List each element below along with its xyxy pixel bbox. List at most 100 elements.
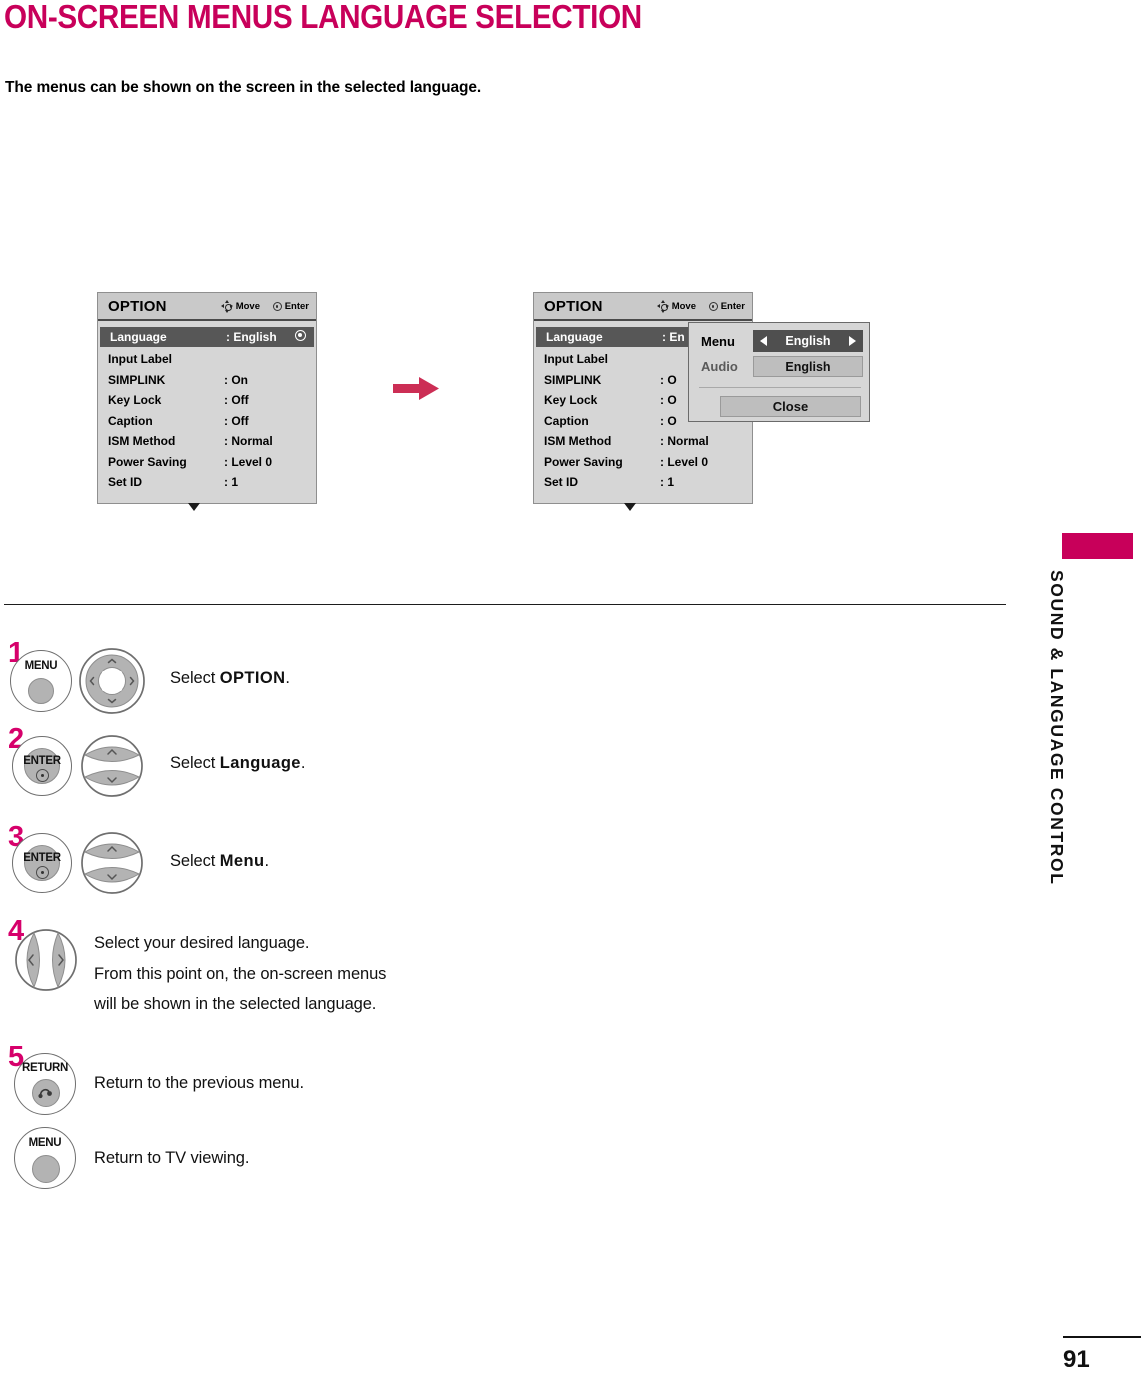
osd-hint-move-label: Move bbox=[235, 301, 260, 312]
osd-row-label: Input Label bbox=[544, 352, 608, 367]
osd-header-2: OPTION Move Enter bbox=[534, 293, 752, 321]
osd-row-ism-method[interactable]: ISM Method : Normal bbox=[98, 431, 316, 452]
osd-row-power-saving[interactable]: Power Saving : Level 0 bbox=[534, 452, 752, 473]
popup-divider bbox=[699, 387, 861, 388]
osd-row-ism-method[interactable]: ISM Method : Normal bbox=[534, 431, 752, 452]
scroll-down-arrow-icon[interactable] bbox=[188, 503, 200, 511]
osd-hint-enter-label: Enter bbox=[720, 301, 745, 312]
osd-selected-indicator-icon bbox=[295, 330, 306, 341]
osd-title: OPTION bbox=[544, 298, 603, 315]
osd-row-value: : O bbox=[660, 393, 677, 408]
flow-arrow-icon bbox=[393, 377, 439, 400]
osd-row-value: : Normal bbox=[224, 434, 273, 449]
step-3-text-prefix: Select bbox=[170, 852, 220, 870]
step-3-text-suffix: . bbox=[264, 852, 269, 870]
scroll-down-arrow-icon[interactable] bbox=[624, 503, 636, 511]
popup-audio-value: English bbox=[785, 359, 831, 374]
return-arrow-icon bbox=[38, 1088, 52, 1099]
osd-row-input-label[interactable]: Input Label bbox=[98, 349, 316, 370]
osd-row-label: Set ID bbox=[544, 475, 579, 490]
step-2-enter-dot-icon bbox=[36, 769, 49, 782]
osd-row-value: : En bbox=[662, 330, 685, 344]
osd-row-value: : Level 0 bbox=[660, 454, 709, 469]
step-2-text-bold: Language bbox=[219, 754, 301, 772]
osd-header-1: OPTION Move Enter bbox=[98, 293, 316, 321]
osd-row-value: : O bbox=[660, 372, 677, 387]
osd-row-label: SIMPLINK bbox=[544, 372, 602, 387]
step-6-menu-button[interactable]: MENU bbox=[14, 1127, 76, 1189]
popup-menu-label: Menu bbox=[701, 334, 735, 349]
step-4-left-right-icon[interactable] bbox=[14, 928, 78, 992]
step-5-return-label: RETURN bbox=[21, 1062, 69, 1074]
osd-row-value: : Off bbox=[224, 393, 249, 408]
osd-row-label: Set ID bbox=[108, 475, 143, 490]
step-1-text-prefix: Select bbox=[170, 669, 220, 687]
step-4-line-3: will be shown in the selected language. bbox=[94, 995, 377, 1013]
step-3-up-down-icon[interactable] bbox=[78, 832, 146, 894]
enter-circle-icon bbox=[272, 302, 282, 311]
step-2-enter-button[interactable]: ENTER bbox=[12, 736, 72, 796]
osd-row-label: Power Saving bbox=[544, 454, 623, 469]
step-2-text-suffix: . bbox=[300, 754, 306, 772]
step-1-text-bold: OPTION bbox=[219, 669, 286, 687]
page-number: 91 bbox=[1063, 1346, 1090, 1373]
osd-row-value: : 1 bbox=[224, 475, 239, 490]
popup-close-label: Close bbox=[772, 399, 809, 414]
osd-hint-move: Move bbox=[657, 300, 696, 313]
popup-prev-arrow-icon[interactable] bbox=[760, 336, 767, 346]
popup-audio-value-field[interactable]: English bbox=[753, 356, 863, 377]
osd-row-language[interactable]: Language : English bbox=[100, 327, 314, 347]
osd-row-value: : O bbox=[660, 413, 677, 428]
step-5-return-button[interactable]: RETURN bbox=[14, 1053, 76, 1115]
osd-hint-enter: Enter bbox=[708, 301, 745, 312]
osd-row-label: Power Saving bbox=[108, 454, 187, 469]
rail-accent-bar bbox=[1062, 533, 1133, 559]
osd-row-power-saving[interactable]: Power Saving : Level 0 bbox=[98, 452, 316, 473]
osd-title: OPTION bbox=[108, 298, 167, 315]
step-1-menu-button[interactable]: MENU bbox=[10, 650, 72, 712]
step-3-enter-button[interactable]: ENTER bbox=[12, 833, 72, 893]
page-number-rule bbox=[1063, 1336, 1141, 1338]
osd-row-simplink[interactable]: SIMPLINK : On bbox=[98, 370, 316, 391]
step-6-menu-key-dot[interactable] bbox=[32, 1155, 60, 1183]
step-5-text: Return to the previous menu. bbox=[94, 1074, 304, 1092]
step-1-text-suffix: . bbox=[285, 669, 290, 687]
popup-next-arrow-icon[interactable] bbox=[849, 336, 856, 346]
page-title: ON-SCREEN MENUS LANGUAGE SELECTION bbox=[4, 0, 642, 35]
language-popup: Menu English Audio English Close bbox=[688, 322, 870, 422]
step-2-up-down-icon[interactable] bbox=[78, 735, 146, 797]
popup-audio-label: Audio bbox=[701, 359, 738, 374]
osd-row-label: Input Label bbox=[108, 352, 172, 367]
osd-row-set-id[interactable]: Set ID : 1 bbox=[534, 472, 752, 493]
osd-row-label: Key Lock bbox=[108, 393, 162, 408]
step-2-enter-label: ENTER bbox=[23, 755, 61, 767]
osd-row-value: : English bbox=[226, 330, 277, 344]
popup-menu-value-field[interactable]: English bbox=[753, 330, 863, 352]
step-6-menu-label: MENU bbox=[28, 1137, 62, 1149]
osd-row-label: ISM Method bbox=[108, 434, 176, 449]
step-2-text: Select Language. bbox=[170, 752, 305, 775]
osd-row-set-id[interactable]: Set ID : 1 bbox=[98, 472, 316, 493]
section-divider bbox=[4, 604, 1006, 605]
popup-close-button[interactable]: Close bbox=[720, 396, 861, 417]
osd-panel-option-1: OPTION Move Enter Language : English Inp… bbox=[97, 292, 317, 511]
step-3-text-bold: Menu bbox=[219, 852, 265, 870]
step-1-text: Select OPTION. bbox=[170, 667, 290, 690]
step-3-enter-dot-icon bbox=[36, 866, 49, 879]
osd-row-label: Caption bbox=[108, 413, 153, 428]
step-4-line-1: Select your desired language. bbox=[94, 934, 310, 952]
osd-row-value: : On bbox=[224, 372, 248, 387]
move-dpad-icon bbox=[221, 300, 234, 313]
osd-row-caption[interactable]: Caption : Off bbox=[98, 411, 316, 432]
osd-row-value: : Normal bbox=[660, 434, 709, 449]
step-1-dpad-icon[interactable] bbox=[78, 648, 146, 714]
osd-row-key-lock[interactable]: Key Lock : Off bbox=[98, 390, 316, 411]
step-3-enter-label: ENTER bbox=[23, 852, 61, 864]
osd-hint-move: Move bbox=[221, 300, 260, 313]
step-1-menu-key-dot[interactable] bbox=[28, 678, 54, 704]
osd-hint-enter-label: Enter bbox=[284, 301, 309, 312]
step-3-text: Select Menu. bbox=[170, 850, 269, 873]
osd-row-value: : Level 0 bbox=[224, 454, 273, 469]
popup-menu-value: English bbox=[785, 334, 831, 348]
osd-row-label: Caption bbox=[544, 413, 589, 428]
